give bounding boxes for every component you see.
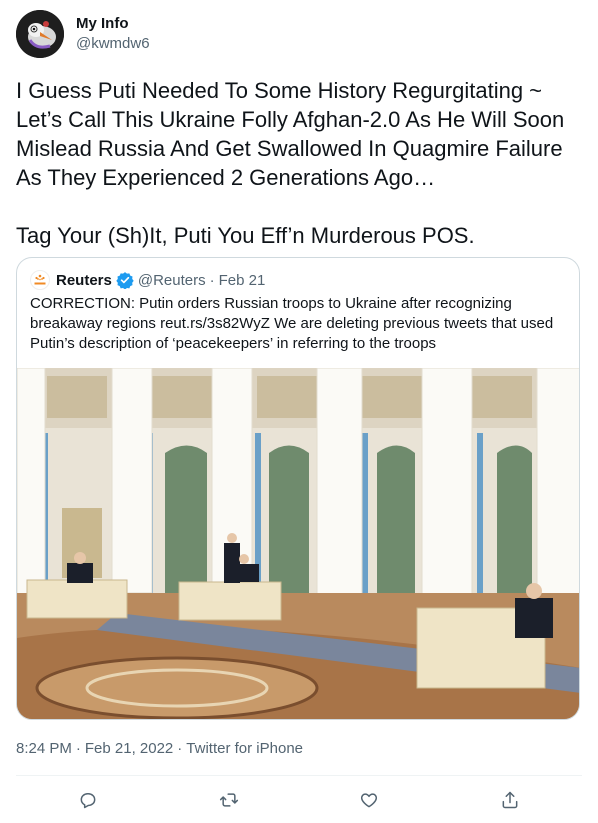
quoted-tweet-photo[interactable] (17, 367, 579, 719)
bird-avatar-icon (16, 10, 64, 58)
share-icon (502, 791, 518, 809)
author-display-name[interactable]: My Info (76, 14, 150, 34)
separator-dot: · (177, 740, 183, 757)
divider (16, 775, 582, 776)
verified-badge-icon (116, 271, 134, 290)
tweet-metadata: 8:24 PM · Feb 21, 2022 · Twitter for iPhone (16, 740, 303, 757)
avatar[interactable] (16, 10, 64, 58)
tweet-time[interactable]: 8:24 PM (16, 740, 72, 757)
quoted-author-name[interactable]: Reuters (56, 272, 112, 289)
reply-icon (80, 793, 96, 809)
quoted-author-handle[interactable]: @Reuters (138, 272, 206, 289)
separator-dot: · (209, 271, 215, 289)
quoted-tweet-text: CORRECTION: Putin orders Russian troops … (30, 295, 554, 352)
like-icon (360, 793, 378, 808)
tweet-text: I Guess Puti Needed To Some History Regu… (16, 78, 565, 248)
tweet-date[interactable]: Feb 21, 2022 (85, 740, 173, 757)
reply-button[interactable] (73, 785, 103, 815)
reuters-logo-icon (30, 270, 50, 290)
like-button[interactable] (354, 785, 384, 815)
quoted-date[interactable]: Feb 21 (219, 272, 266, 289)
quoted-tweet-card[interactable]: Reuters @Reuters · Feb 21 CORRECTION: Pu… (16, 257, 580, 720)
author-handle[interactable]: @kwmdw6 (76, 34, 150, 54)
share-button[interactable] (495, 785, 525, 815)
retweet-button[interactable] (214, 785, 244, 815)
separator-dot: · (75, 740, 81, 757)
quoted-tweet-header: Reuters @Reuters · Feb 21 (30, 270, 265, 290)
action-bar (0, 785, 598, 815)
tweet-source[interactable]: Twitter for iPhone (186, 740, 303, 757)
tweet-header: My Info @kwmdw6 (16, 10, 150, 58)
retweet-icon (219, 793, 239, 807)
